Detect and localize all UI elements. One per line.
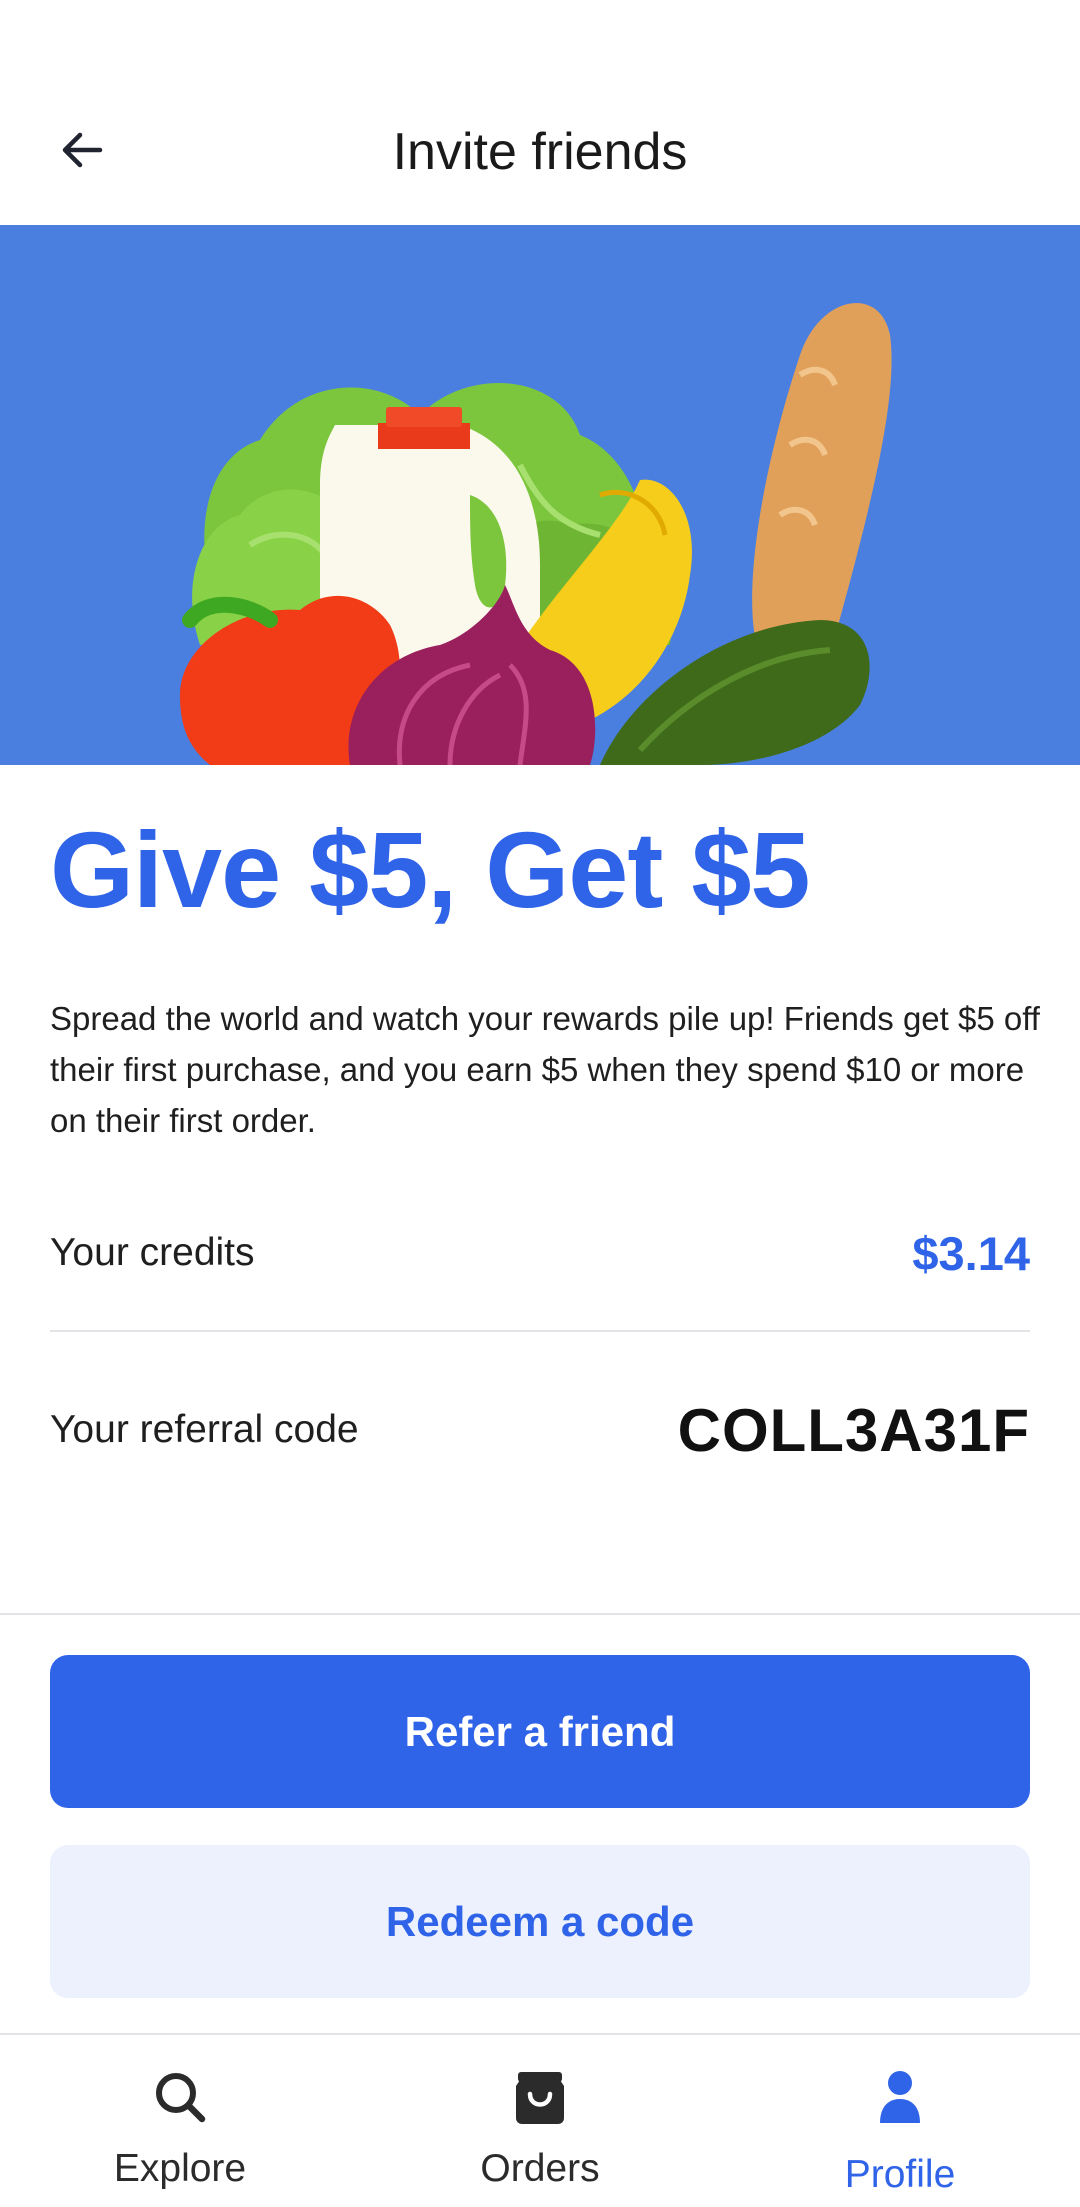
nav-item-explore[interactable]: Explore <box>0 2035 360 2207</box>
nav-label-profile: Profile <box>844 2153 956 2196</box>
hero-banner <box>0 225 1080 765</box>
nav-item-orders[interactable]: Orders <box>360 2035 720 2207</box>
bottom-navigation: Explore Orders Profile <box>0 2033 1080 2207</box>
redeem-code-button[interactable]: Redeem a code <box>50 1845 1030 1998</box>
shopping-bag-icon <box>512 2068 568 2131</box>
credits-label: Your credits <box>50 1231 255 1274</box>
promo-description: Spread the world and watch your rewards … <box>50 1000 1040 1139</box>
search-icon <box>152 2069 208 2130</box>
referral-code-value[interactable]: COLL3A31F <box>678 1396 1030 1465</box>
divider <box>50 1330 1030 1332</box>
nav-label-explore: Explore <box>113 2147 247 2190</box>
credits-row: Your credits $3.14 <box>50 1208 1030 1298</box>
person-icon <box>878 2069 922 2130</box>
credits-value: $3.14 <box>912 1226 1030 1280</box>
referral-code-label: Your referral code <box>50 1408 359 1451</box>
nav-item-profile[interactable]: Profile <box>720 2035 1080 2207</box>
grocery-illustration <box>0 225 1080 765</box>
page-title: Invite friends <box>392 123 688 181</box>
app-header: Invite friends <box>0 0 1080 225</box>
promo-headline: Give $5, Get $5 <box>50 809 810 930</box>
nav-label-orders: Orders <box>480 2147 600 2190</box>
invite-friends-screen: Invite friends Give $5, Get $5 Spread th… <box>0 0 1080 2207</box>
divider <box>0 1613 1080 1615</box>
referral-code-row: Your referral code COLL3A31F <box>50 1385 1030 1475</box>
refer-a-friend-button[interactable]: Refer a friend <box>50 1655 1030 1808</box>
